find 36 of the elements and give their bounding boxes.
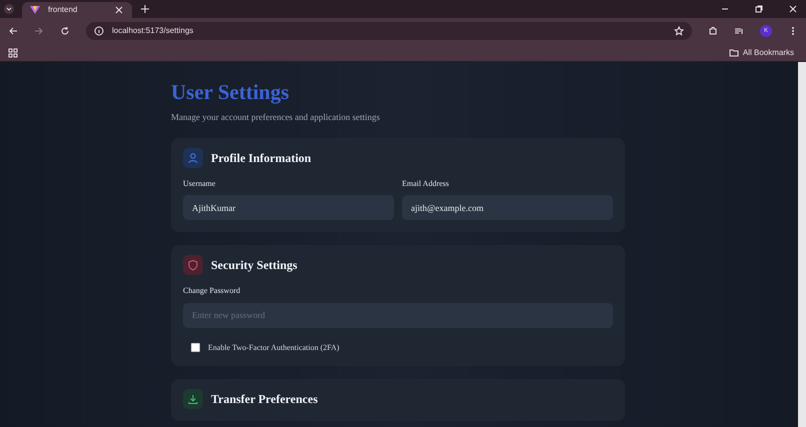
puzzle-icon[interactable] [708, 26, 718, 36]
field-label: Username [183, 178, 216, 190]
back-icon[interactable] [8, 26, 18, 36]
folder-icon [728, 48, 739, 58]
apps-icon[interactable] [8, 48, 18, 58]
page-subtitle: Manage your account preferences and application settings [171, 111, 381, 124]
scrollbar[interactable] [798, 62, 806, 427]
new-tab-icon[interactable] [140, 4, 150, 14]
star-icon[interactable] [674, 26, 684, 36]
tab-list-icon[interactable] [4, 4, 14, 14]
checkbox-label: Enable Two-Factor Authentication (2FA) [208, 342, 340, 354]
close-icon[interactable] [114, 5, 124, 15]
checkbox[interactable] [191, 343, 200, 352]
media-icon[interactable] [734, 26, 744, 36]
user-icon [187, 152, 199, 164]
section-title: Profile Information [211, 150, 312, 167]
input-field[interactable]: Enter new password [183, 302, 613, 328]
forward-icon[interactable] [34, 26, 44, 36]
input-field[interactable]: ajith@example.com [402, 195, 613, 220]
close-window-icon[interactable] [788, 4, 798, 14]
field-label: Change Password [183, 285, 242, 298]
address-bar[interactable]: localhost:5173/settings [86, 22, 692, 40]
shield-icon [187, 259, 199, 272]
app-logo-icon [30, 5, 40, 15]
input-field[interactable]: AjithKumar [183, 195, 394, 220]
info-icon[interactable] [94, 26, 104, 36]
all-bookmarks-button[interactable]: All Bookmarks [728, 46, 794, 58]
section-title: Security Settings [211, 257, 298, 274]
reload-icon[interactable] [60, 26, 70, 36]
field-label: Email Address [402, 178, 450, 190]
download-icon [187, 392, 199, 405]
page-title: User Settings [171, 80, 290, 106]
restore-icon[interactable] [754, 4, 764, 14]
browser-tab[interactable]: frontend [22, 2, 132, 18]
tab-title: frontend [48, 4, 78, 16]
section-title: Transfer Preferences [211, 390, 318, 408]
